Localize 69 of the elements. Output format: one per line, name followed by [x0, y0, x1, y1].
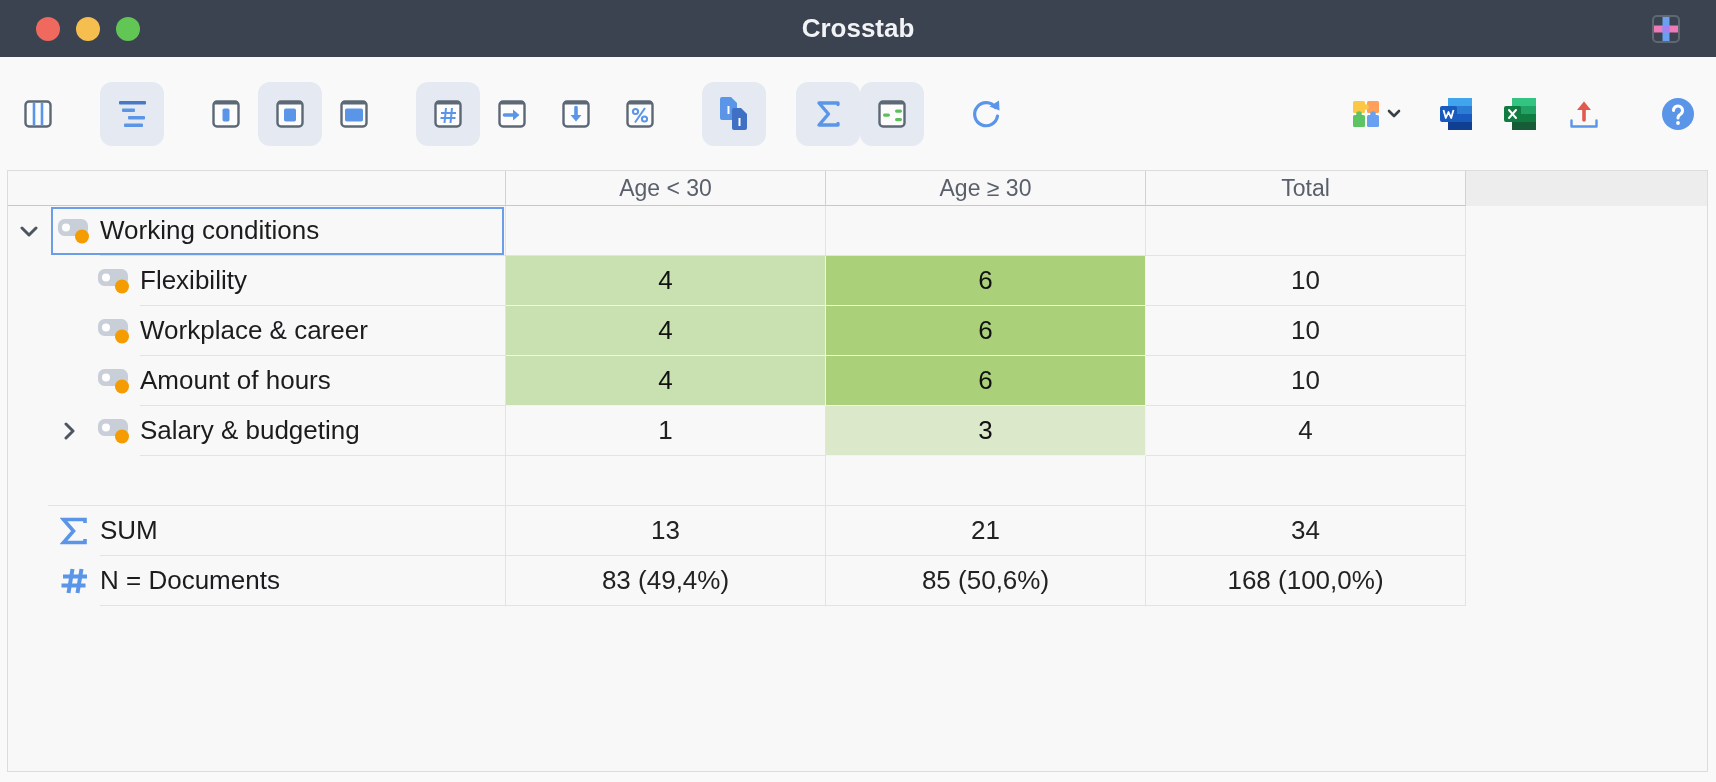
arrow-down-icon [562, 99, 590, 128]
table-cell: 83 (49,4%) [506, 556, 826, 606]
row-label: SUM [100, 515, 158, 546]
wide-panel-icon [340, 99, 368, 128]
table-cell: 34 [1146, 506, 1466, 556]
tree-item[interactable]: Workplace & career [90, 306, 505, 356]
list-view-button[interactable] [860, 81, 924, 146]
medium-view-button[interactable] [258, 81, 322, 146]
chevron-right-icon[interactable] [63, 422, 75, 440]
table-cell: 6 [826, 356, 1146, 406]
table-cell: 21 [826, 506, 1146, 556]
indent-lines-icon [118, 100, 146, 127]
table-cell: 13 [506, 506, 826, 556]
table-cell: 4 [506, 306, 826, 356]
table-cell: 4 [1146, 406, 1466, 456]
sigma-icon [814, 99, 842, 128]
puzzle-icon [1353, 100, 1379, 127]
cross-grid-icon[interactable] [1652, 14, 1680, 43]
row-label: Flexibility [140, 265, 247, 296]
tree-item[interactable]: Flexibility [90, 256, 505, 306]
help-icon [1662, 97, 1694, 130]
tree-item[interactable]: Salary & budgeting [90, 406, 505, 456]
row-label: Workplace & career [140, 315, 368, 346]
list-dashes-icon [878, 99, 906, 128]
window-title: Crosstab [801, 13, 915, 44]
tree-item[interactable]: Amount of hours [90, 356, 505, 406]
sigma-icon [60, 517, 88, 545]
documents-icon [719, 96, 749, 131]
chevron-down-icon[interactable] [20, 225, 38, 237]
column-header: Age < 30 [506, 171, 826, 206]
documents-button[interactable] [702, 81, 766, 146]
percent-icon [626, 99, 654, 128]
hash-icon [60, 567, 88, 595]
excel-icon [1504, 97, 1536, 130]
word-icon [1440, 97, 1472, 130]
sum-button[interactable] [796, 81, 860, 146]
row-label: Salary & budgeting [140, 415, 360, 446]
minimize-button[interactable] [76, 16, 100, 41]
table-cell: 4 [506, 256, 826, 306]
row-label: Working conditions [100, 215, 320, 246]
table-cell: 3 [826, 406, 1146, 456]
columns-icon [24, 99, 52, 128]
maximize-button[interactable] [116, 16, 140, 41]
narrow-panel-icon [212, 99, 240, 128]
tag-icon [58, 218, 90, 244]
tag-icon [98, 318, 130, 344]
table-cell: 10 [1146, 356, 1466, 406]
tree-item[interactable]: Working conditions [50, 206, 505, 256]
table-cell: 6 [826, 256, 1146, 306]
tag-icon [98, 368, 130, 394]
tag-icon [98, 418, 130, 444]
counts-button[interactable] [416, 81, 480, 146]
close-button[interactable] [36, 16, 60, 41]
table-cell: 10 [1146, 306, 1466, 356]
table-cell: 4 [506, 356, 826, 406]
hash-icon [434, 99, 462, 128]
arrow-right-icon [498, 99, 526, 128]
table-cell: 6 [826, 306, 1146, 356]
tree-view-button[interactable] [100, 81, 164, 146]
table-cell: 10 [1146, 256, 1466, 306]
column-header: Total [1146, 171, 1466, 206]
square-panel-icon [276, 99, 304, 128]
table-cell: 168 (100,0%) [1146, 556, 1466, 606]
table-cell: 85 (50,6%) [826, 556, 1146, 606]
row-label: N = Documents [100, 565, 280, 596]
caret-icon [1387, 109, 1401, 118]
column-header: Age ≥ 30 [826, 171, 1146, 206]
tag-icon [98, 268, 130, 294]
row-label: Amount of hours [140, 365, 331, 396]
